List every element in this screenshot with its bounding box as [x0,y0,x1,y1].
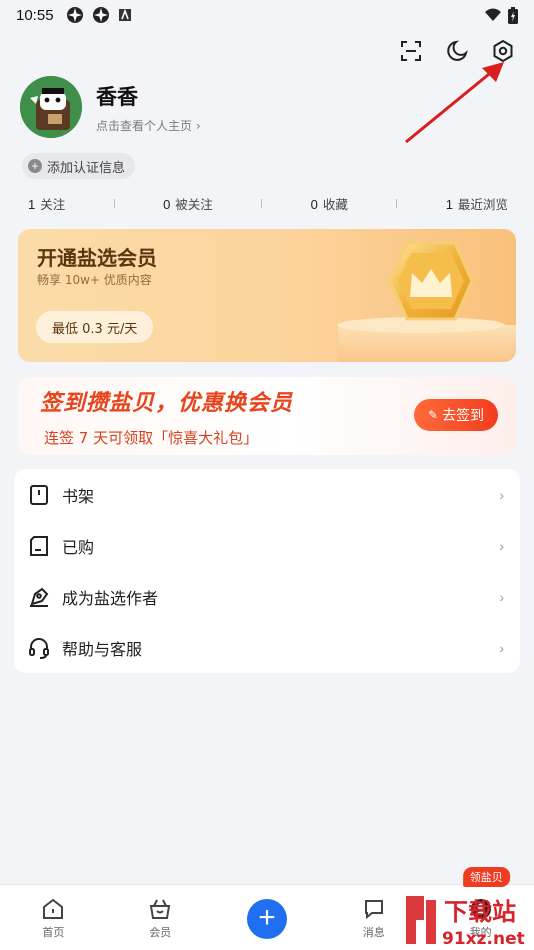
plus-icon: + [28,159,42,173]
stat-label: 被关注 [175,196,213,212]
plus-icon[interactable]: + [246,899,287,939]
profile-icon [468,897,494,921]
chevron-right-icon: › [499,639,504,656]
stats-row: 1 关注 0 被关注 0 收藏 1 最近浏览 [28,193,508,213]
stat-following[interactable]: 1 关注 [28,194,65,213]
menu-list: 书架 › 已购 › 成为盐选作者 › 帮助与客服 › [14,469,520,673]
pencil-icon: ✎ [427,408,438,422]
nav-home[interactable]: 首页 [0,885,107,950]
signin-button[interactable]: ✎ 去签到 [413,399,498,431]
profile-homepage-link[interactable]: 点击查看个人主页 › [96,117,201,134]
profile-name: 香香 [96,84,138,109]
annotation-arrow-icon [405,62,504,144]
scan-icon[interactable] [398,38,424,64]
wifi-icon [485,8,501,21]
divider [113,198,115,208]
nav-label: 我的 [469,926,492,939]
vip-price-button[interactable]: 最低 0.3 元/天 [36,311,154,343]
stat-favorites[interactable]: 0 收藏 [311,194,348,213]
home-icon [40,897,66,921]
nav-label: 消息 [362,926,385,939]
menu-label: 帮助与客服 [62,639,143,659]
menu-item-become-author[interactable]: 成为盐选作者 › [14,571,520,622]
nav-mine[interactable]: 领盐贝 我的 [427,867,534,950]
menu-label: 已购 [62,537,95,557]
moon-icon[interactable] [444,38,470,64]
menu-item-help[interactable]: 帮助与客服 › [14,622,520,673]
status-system-icons [484,6,518,24]
profile-text: 香香 点击查看个人主页 › [96,81,201,134]
vip-title: 开通盐选会员 [37,246,157,270]
chevron-right-icon: › [499,486,504,503]
stat-count: 1 [445,196,453,212]
menu-item-bookshelf[interactable]: 书架 › [14,469,520,520]
stat-followers[interactable]: 0 被关注 [163,194,213,213]
signin-subtitle: 连签 7 天可领取「惊喜大礼包」 [44,429,259,447]
divider [396,198,398,208]
vip-basket-icon [147,897,173,921]
avatar[interactable] [20,76,82,138]
settings-icon[interactable] [490,38,516,64]
message-icon [361,897,387,921]
chevron-right-icon: › [499,537,504,554]
signin-title: 签到攒盐贝，优惠换会员 [40,391,294,416]
signin-promo-card[interactable]: 签到攒盐贝，优惠换会员 连签 7 天可领取「惊喜大礼包」 ✎ 去签到 [18,377,516,455]
stat-label: 最近浏览 [457,196,508,212]
nav-label: 会员 [149,926,172,939]
signin-button-label: 去签到 [442,408,484,424]
top-actions [398,38,516,64]
bottom-nav: 首页 会员 + 消息 领盐贝 我的 [0,867,534,950]
bookshelf-icon [28,484,50,506]
menu-item-purchased[interactable]: 已购 › [14,520,520,571]
keyboard-notification-icon [118,8,131,21]
headset-icon [28,637,50,659]
vip-subtitle: 畅享 10w+ 优质内容 [37,273,152,287]
divider [261,198,263,208]
status-notification-icons [66,6,132,24]
nav-vip[interactable]: 会员 [107,885,214,950]
add-certification-button[interactable]: + 添加认证信息 [22,153,136,179]
cert-label: 添加认证信息 [47,160,126,176]
author-pen-icon [28,586,50,608]
reward-badge[interactable]: 领盐贝 [462,867,510,887]
stat-label: 关注 [40,196,66,212]
app-notification-icon [66,7,83,23]
stat-count: 0 [310,196,318,212]
battery-icon [508,6,518,24]
stat-recent[interactable]: 1 最近浏览 [446,194,508,213]
stat-count: 0 [163,196,171,212]
status-time: 10:55 [16,6,54,24]
menu-label: 成为盐选作者 [62,588,159,608]
nav-label: 首页 [42,926,65,939]
nav-messages[interactable]: 消息 [320,885,427,950]
crown-badge-icon [337,241,516,362]
app-notification-icon [92,7,109,23]
nav-create[interactable]: + [214,885,321,950]
purchased-icon [28,535,50,557]
chevron-right-icon: › [499,588,504,605]
stat-label: 收藏 [322,196,348,212]
vip-membership-card[interactable]: 开通盐选会员 畅享 10w+ 优质内容 最低 0.3 元/天 [18,229,516,362]
menu-label: 书架 [62,486,95,506]
status-bar: 10:55 [0,0,534,30]
stat-count: 1 [28,196,36,212]
profile-header[interactable]: 香香 点击查看个人主页 › [20,76,201,138]
